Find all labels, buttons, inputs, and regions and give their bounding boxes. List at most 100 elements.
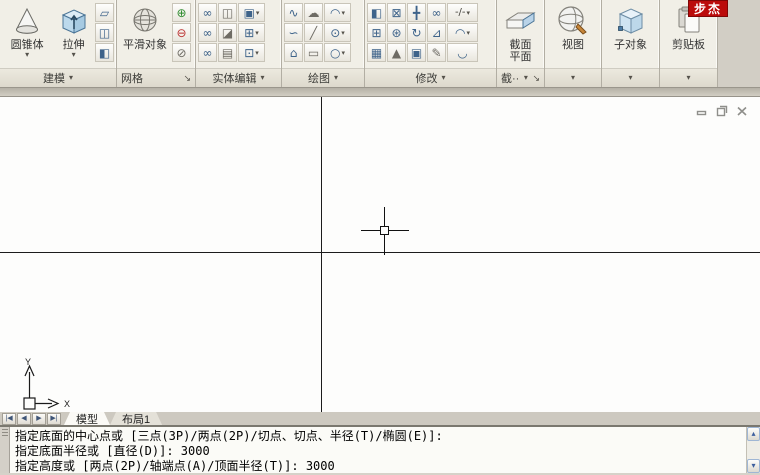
array-button[interactable]: ▦: [367, 43, 386, 62]
panel-label-draw-text: 绘图: [307, 73, 330, 85]
drawing-canvas[interactable]: Y X: [0, 97, 760, 412]
panel-solid-editing: ∞ ◫ ▣ ▾ ∞ ◪ ⊞ ▾ ∞ ▤ ⊡ ▾ 实体编辑 ▾: [196, 0, 282, 87]
revision-cloud-button[interactable]: ☁: [304, 3, 323, 22]
rotate-3d-button[interactable]: ⊠: [387, 3, 406, 22]
panel-label-section-text: 截··: [501, 73, 520, 85]
array-3d-button[interactable]: ⊞: [367, 23, 386, 42]
move-3d-button[interactable]: ╋: [407, 3, 426, 22]
extrude-faces-button[interactable]: ▣ ▾: [238, 3, 265, 22]
subtract-button[interactable]: ∞: [198, 23, 217, 42]
mesh-reduce-icon: ⊖: [176, 25, 187, 40]
panel-label-mesh[interactable]: 网格 ↘: [117, 68, 195, 87]
circle-button[interactable]: ⊙ ▾: [324, 23, 351, 42]
scale-icon: ▲: [391, 45, 402, 60]
chevron-down-icon[interactable]: ▾: [25, 51, 29, 59]
scale-button[interactable]: ▲: [387, 43, 406, 62]
first-tab-button[interactable]: |◀: [2, 412, 16, 425]
section-plane-button[interactable]: 截面平面: [499, 2, 542, 64]
align-button[interactable]: ⊿: [427, 23, 446, 42]
offset-button[interactable]: ▣: [407, 43, 426, 62]
mirror-3d-button[interactable]: ◧: [367, 3, 386, 22]
line-button[interactable]: ╱: [304, 23, 323, 42]
ucs-y-label: Y: [25, 358, 31, 367]
next-tab-button[interactable]: ▶: [32, 412, 46, 425]
draw-grid: ∿ ☁ ◠ ▾ ∽ ╱ ⊙ ▾ ⌂ ▭ ○ ▾: [284, 2, 351, 62]
slice-button[interactable]: ◫: [218, 3, 237, 22]
break-icon: -/-: [454, 6, 466, 18]
smooth-object-button[interactable]: 平滑对象: [119, 2, 171, 52]
previous-tab-button[interactable]: ◀: [17, 412, 31, 425]
crosshair-cursor: [361, 207, 409, 255]
close-button[interactable]: [736, 105, 748, 117]
polygon-icon: ⌂: [289, 45, 298, 60]
panel-label-modeling[interactable]: 建模 ▾: [0, 68, 116, 87]
intersect-button[interactable]: ∞: [198, 43, 217, 62]
command-history[interactable]: 指定底面的中心点或 [三点(3P)/两点(2P)/切点、切点、半径(T)/椭圆(…: [10, 427, 746, 473]
view-button[interactable]: 视图: [548, 2, 598, 52]
clean-icon: ▤: [221, 45, 234, 60]
construction-line-vertical[interactable]: [321, 97, 322, 412]
panel-label-solid-editing[interactable]: 实体编辑 ▾: [196, 68, 281, 87]
separate-button[interactable]: ⊡ ▾: [238, 43, 265, 62]
tab-nav-buttons: |◀ ◀ ▶ ▶|: [0, 412, 64, 425]
align-3d-button[interactable]: ∞: [427, 3, 446, 22]
thicken-button[interactable]: ◪: [218, 23, 237, 42]
mesh-refine-button[interactable]: ⊕: [172, 3, 191, 22]
minimize-button[interactable]: [696, 105, 708, 117]
panel-label-section[interactable]: 截·· ▾ ↘: [497, 68, 544, 87]
rectangle-button[interactable]: ▭: [304, 43, 323, 62]
tab-model[interactable]: 模型: [64, 412, 110, 425]
polyline-icon: ∿: [288, 5, 299, 20]
presspull-button[interactable]: ◧: [95, 43, 114, 62]
intersect-icon: ∞: [202, 45, 213, 60]
command-line-2: 指定底面半径或 [直径(D)]: 3000: [15, 444, 210, 458]
unsmooth-button[interactable]: ⊘: [172, 43, 191, 62]
chevron-down-icon[interactable]: ▾: [72, 51, 76, 59]
scroll-down-button[interactable]: ▾: [747, 459, 760, 473]
panel-label-clipboard[interactable]: ▾: [660, 68, 717, 87]
dialog-launcher-icon[interactable]: ↘: [183, 73, 191, 83]
restore-button[interactable]: [716, 105, 728, 117]
polygon-button[interactable]: ⌂: [284, 43, 303, 62]
panel-modeling: 圆锥体 ▾ 拉伸 ▾ ▱ ◫ ◧ 建模 ▾: [0, 0, 117, 87]
trim-icon: ✎: [431, 45, 442, 60]
document-window-controls: [696, 105, 748, 117]
spline-button[interactable]: ∽: [284, 23, 303, 42]
panel-label-draw[interactable]: 绘图 ▾: [282, 68, 364, 87]
fillet-edge-button[interactable]: ◡: [447, 43, 478, 62]
command-scrollbar[interactable]: ▴ ▾: [746, 427, 760, 473]
clean-button[interactable]: ▤: [218, 43, 237, 62]
panel-subobject: 子对象 ▾: [602, 0, 660, 87]
subobject-button[interactable]: 子对象: [606, 2, 656, 52]
panel-label-modify[interactable]: 修改 ▾: [365, 68, 496, 87]
ellipse-button[interactable]: ○ ▾: [324, 43, 351, 62]
arc-button[interactable]: ◠ ▾: [324, 3, 351, 22]
tab-layout1[interactable]: 布局1: [110, 412, 162, 425]
scale-gizmo-button[interactable]: ⊛: [387, 23, 406, 42]
trim-button[interactable]: ✎: [427, 43, 446, 62]
panel-label-subobject[interactable]: ▾: [602, 68, 659, 87]
rotate-button[interactable]: ↻: [407, 23, 426, 42]
thicken-icon: ◪: [221, 25, 234, 40]
command-window-grip[interactable]: [0, 427, 10, 473]
break-button[interactable]: -/- ▾: [447, 3, 478, 22]
dialog-launcher-icon[interactable]: ↘: [532, 73, 540, 83]
chevron-down-icon: ▾: [341, 29, 345, 37]
ucs-icon: Y X: [23, 358, 70, 410]
cone-button[interactable]: 圆锥体 ▾: [2, 2, 52, 60]
extrude-button[interactable]: 拉伸 ▾: [53, 2, 94, 60]
separate-icon: ⊡: [244, 45, 255, 60]
mesh-reduce-button[interactable]: ⊖: [172, 23, 191, 42]
planar-surface-button[interactable]: ◫: [95, 23, 114, 42]
union-button[interactable]: ∞: [198, 3, 217, 22]
align-3d-icon: ∞: [431, 5, 442, 20]
view-sphere-icon: [556, 3, 590, 39]
move-faces-button[interactable]: ⊞ ▾: [238, 23, 265, 42]
fillet-button[interactable]: ◠ ▾: [447, 23, 478, 42]
scroll-up-button[interactable]: ▴: [747, 427, 760, 441]
polysolid-button[interactable]: ▱: [95, 3, 114, 22]
polyline-button[interactable]: ∿: [284, 3, 303, 22]
panel-label-view[interactable]: ▾: [545, 68, 601, 87]
chevron-down-icon: ▾: [523, 73, 528, 82]
last-tab-button[interactable]: ▶|: [47, 412, 61, 425]
